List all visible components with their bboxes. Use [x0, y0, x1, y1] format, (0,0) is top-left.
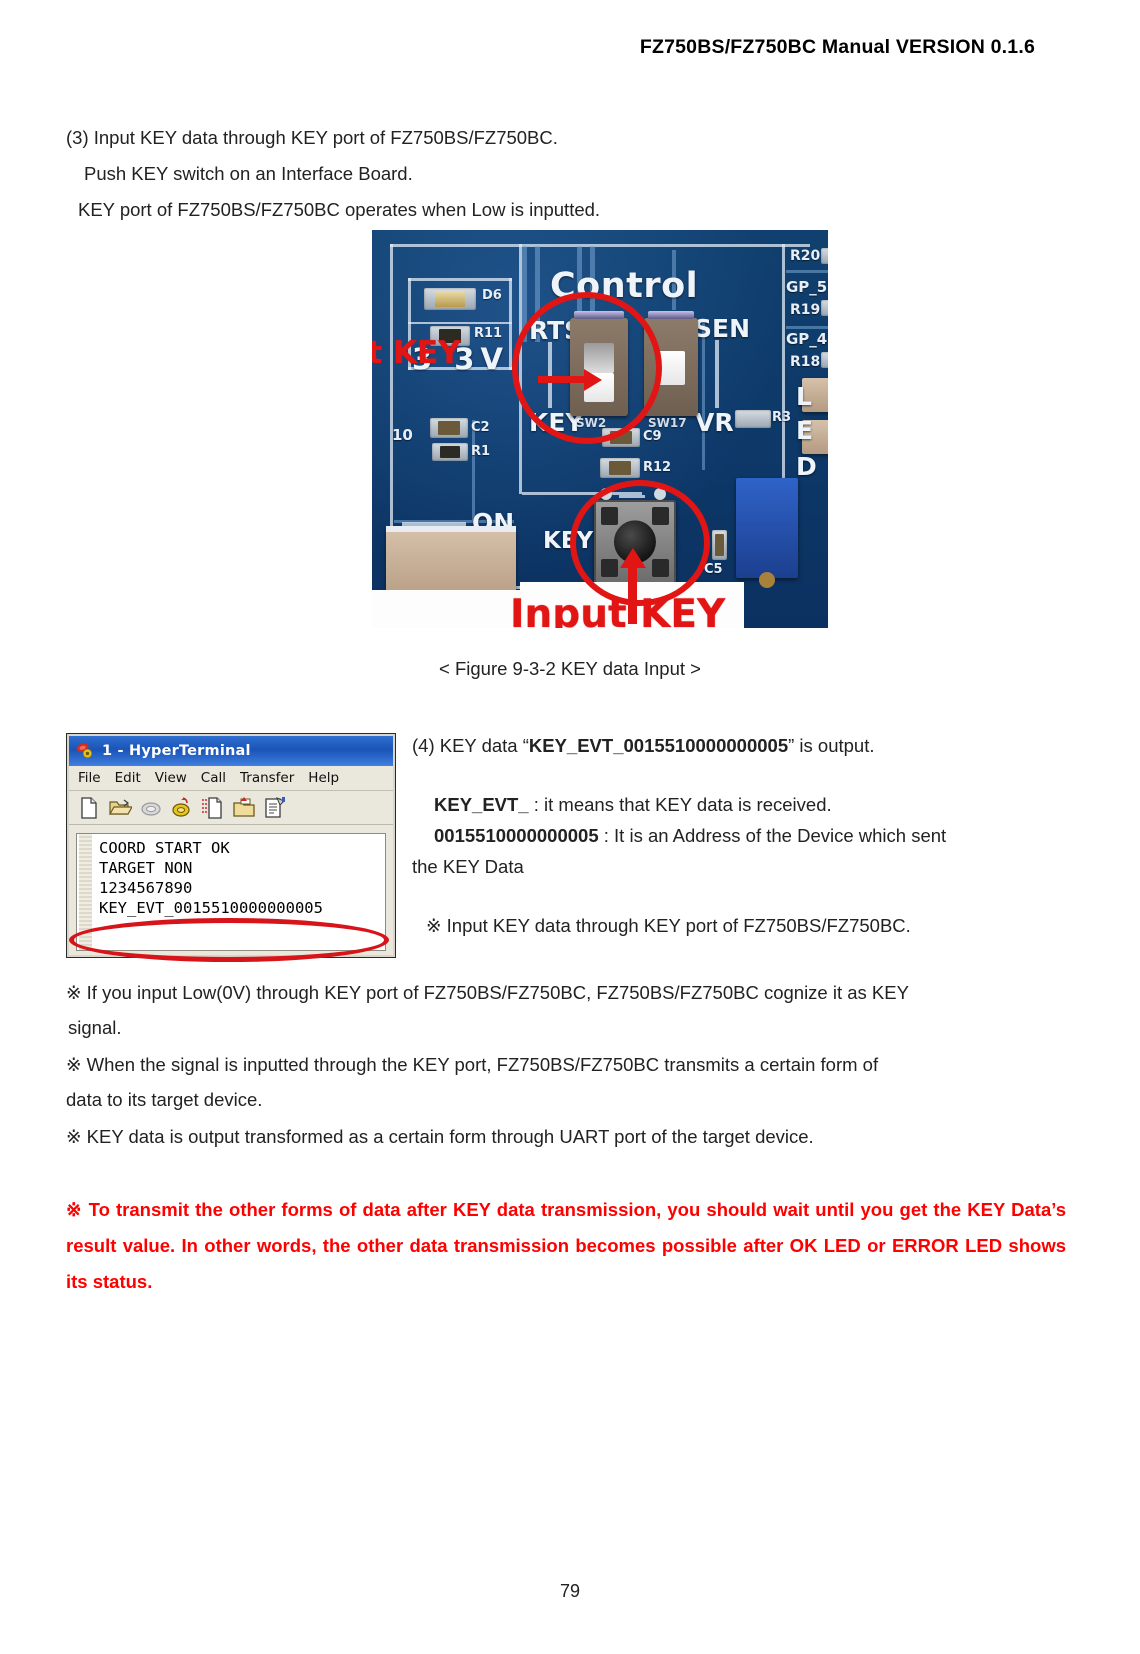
note-3: ※ KEY data is output transformed as a ce…: [66, 1119, 1066, 1154]
annotation-text-input-key: Input KEY: [510, 592, 726, 628]
hyperterminal-title-text: 1 - HyperTerminal: [102, 743, 251, 759]
item-4-code: KEY_EVT_0015510000000005: [528, 735, 789, 756]
note-3-text: KEY data is output transformed as a cert…: [86, 1126, 814, 1147]
inline-note-input-key: ※ Input KEY data through KEY port of FZ7…: [426, 915, 911, 936]
definition-key-evt-term: KEY_EVT_: [434, 794, 529, 815]
figure-pcb-photo: D6 R11 3 3V Control RTS SEN KEY VR SW2 S…: [372, 230, 828, 628]
note-2-mark: ※: [66, 1054, 82, 1075]
label-led-e: E: [796, 416, 814, 445]
menu-edit[interactable]: Edit: [115, 770, 141, 786]
annotation-text-select-key: Select KEY: [372, 335, 461, 371]
cap-c5: [712, 530, 727, 560]
annotation-arrow-select-key: [538, 376, 586, 383]
label-c5: C5: [704, 562, 723, 577]
hyperterminal-phone-icon: [75, 742, 95, 760]
note-1: ※ If you input Low(0V) through KEY port …: [66, 975, 1066, 1045]
notes-block: ※ If you input Low(0V) through KEY port …: [66, 975, 1066, 1156]
hyperterminal-client-area: COORD START OK TARGET NON 1234567890 KEY…: [69, 825, 393, 955]
send-file-icon[interactable]: [201, 796, 225, 820]
annotation-circle-input-key: [570, 480, 710, 606]
label-led-l: L: [796, 382, 812, 411]
item-4-suffix: ” is output.: [788, 735, 875, 756]
page-header-title: FZ750BS/FZ750BC Manual VERSION 0.1.6: [639, 36, 1035, 58]
intro-line-1: (3) Input KEY data through KEY port of F…: [66, 127, 558, 148]
menu-file[interactable]: File: [78, 770, 101, 786]
definition-key-evt-desc: : it means that KEY data is received.: [528, 794, 832, 815]
definition-address: 0015510000000005 : It is an Address of t…: [412, 820, 1052, 851]
note-1-text: If you input Low(0V) through KEY port of…: [86, 982, 909, 1003]
new-connection-icon[interactable]: [77, 796, 101, 820]
intro-line-3: KEY port of FZ750BS/FZ750BC operates whe…: [78, 199, 601, 220]
label-c2: C2: [471, 420, 490, 435]
label-10: 10: [392, 426, 413, 444]
resistor-r12: [600, 458, 640, 478]
menu-help[interactable]: Help: [308, 770, 339, 786]
cap-c2: [430, 418, 468, 438]
definition-address-cont: the KEY Data: [412, 856, 524, 877]
resistor-r1: [432, 443, 468, 461]
label-led-d: D: [796, 452, 817, 481]
menu-view[interactable]: View: [155, 770, 187, 786]
label-r11: R11: [474, 326, 503, 341]
terminal-line-1: COORD START OK: [99, 839, 230, 857]
label-sw17: SW17: [648, 416, 687, 430]
page-number: 79: [559, 1581, 581, 1601]
intro-line-2: Push KEY switch on an Interface Board.: [84, 163, 413, 184]
figure-caption: < Figure 9-3-2 KEY data Input >: [439, 658, 701, 679]
terminal-scrollbar[interactable]: [79, 834, 92, 950]
note-1-cont: signal.: [68, 1017, 122, 1038]
label-r1: R1: [471, 444, 491, 459]
disconnect-icon[interactable]: [139, 796, 163, 820]
trimmer-potentiometer[interactable]: [736, 478, 798, 588]
properties-icon[interactable]: [263, 796, 287, 820]
led-d6: [424, 288, 476, 310]
item-4-prefix: (4) KEY data “: [412, 735, 529, 756]
definition-address-desc: : It is an Address of the Device which s…: [598, 825, 947, 846]
label-r18: R18: [790, 354, 821, 370]
warning-mark: ※: [66, 1199, 83, 1220]
menu-transfer[interactable]: Transfer: [240, 770, 294, 786]
right-column-text: (4) KEY data “KEY_EVT_0015510000000005” …: [412, 730, 1052, 941]
manual-page: FZ750BS/FZ750BC Manual VERSION 0.1.6 (3)…: [0, 0, 1140, 1654]
note-2: ※ When the signal is inputted through th…: [66, 1047, 1066, 1117]
definition-address-term: 0015510000000005: [434, 825, 599, 846]
label-c9: C9: [643, 429, 662, 444]
terminal-line-2: TARGET NON: [99, 859, 193, 877]
hyperterminal-menubar[interactable]: File Edit View Call Transfer Help: [69, 766, 393, 791]
intro-text-block: (3) Input KEY data through KEY port of F…: [66, 120, 1066, 228]
definition-key-evt: KEY_EVT_ : it means that KEY data is rec…: [412, 789, 1052, 820]
note-1-mark: ※: [66, 982, 82, 1003]
receive-file-icon[interactable]: [232, 796, 256, 820]
label-r20: R20: [790, 248, 821, 264]
hyperterminal-window[interactable]: 1 - HyperTerminal File Edit View Call Tr…: [66, 733, 396, 962]
terminal-output-frame[interactable]: COORD START OK TARGET NON 1234567890 KEY…: [76, 833, 386, 951]
item-4-line: (4) KEY data “KEY_EVT_0015510000000005” …: [412, 730, 1052, 761]
label-vr: VR: [695, 408, 734, 437]
hyperterminal-titlebar[interactable]: 1 - HyperTerminal: [69, 736, 393, 766]
warning-block: ※ To transmit the other forms of data af…: [66, 1192, 1066, 1300]
note-3-mark: ※: [66, 1126, 82, 1147]
label-gp4: GP_4: [786, 330, 828, 348]
label-d6: D6: [482, 288, 502, 303]
terminal-line-3: 1234567890: [99, 879, 193, 897]
open-icon[interactable]: [108, 796, 134, 820]
menu-call[interactable]: Call: [201, 770, 226, 786]
label-r12: R12: [643, 460, 672, 475]
pcb-image: D6 R11 3 3V Control RTS SEN KEY VR SW2 S…: [372, 230, 828, 628]
terminal-line-4: KEY_EVT_0015510000000005: [99, 899, 323, 917]
label-r19: R19: [790, 302, 821, 318]
note-2-cont: data to its target device.: [66, 1089, 263, 1110]
note-2-text: When the signal is inputted through the …: [86, 1054, 879, 1075]
call-icon[interactable]: [170, 796, 194, 820]
warning-line-1: To transmit the other forms of data afte…: [88, 1199, 962, 1220]
label-r3: R3: [772, 410, 792, 425]
label-sen: SEN: [694, 314, 751, 343]
label-gp5: GP_5: [786, 278, 828, 296]
hyperterminal-toolbar[interactable]: [69, 791, 393, 825]
